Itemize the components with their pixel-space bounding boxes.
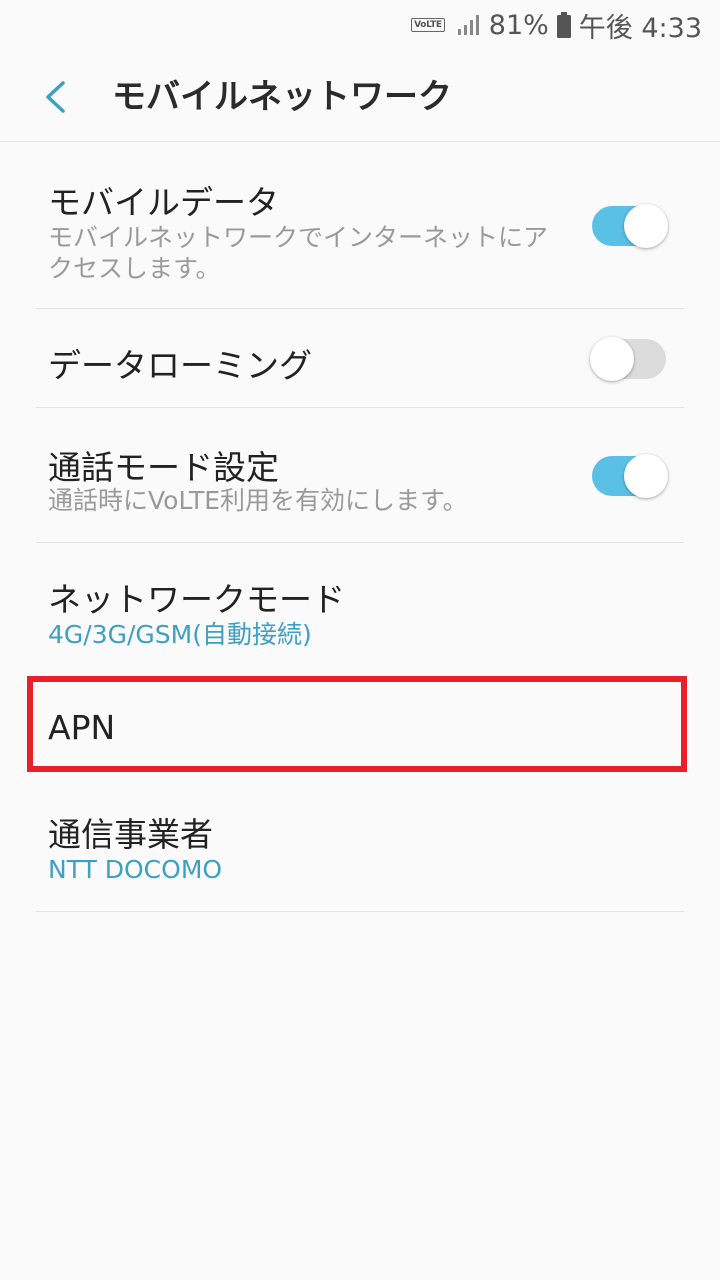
mobile-data-row[interactable]: モバイルデータ モバイルネットワークでインターネットにアクセスします。 (0, 144, 720, 309)
page-title: モバイルネットワーク (112, 77, 452, 117)
row-summary: NTT DOCOMO (48, 855, 223, 884)
data-roaming-row[interactable]: データローミング (0, 309, 720, 408)
row-title: 通信事業者 (48, 815, 213, 854)
mobile-network-screen: VoLTE 81% 午後 4:33 モバイルネットワーク モバイルデータ モバイ… (0, 0, 720, 1280)
status-bar: VoLTE 81% 午後 4:33 (0, 0, 720, 50)
chevron-left-icon (46, 81, 65, 113)
network-mode-row[interactable]: ネットワークモード 4G/3G/GSM(自動接続) (0, 543, 720, 678)
row-title: データローミング (48, 346, 312, 385)
volte-icon: VoLTE (411, 18, 445, 32)
signal-icon (457, 15, 479, 35)
toggle-knob (624, 204, 668, 248)
apn-row[interactable]: APN (0, 678, 720, 778)
back-button[interactable] (30, 72, 80, 122)
status-time: 午後 4:33 (578, 12, 702, 44)
toggle-knob (624, 454, 668, 498)
row-title: 通話モード設定 (48, 448, 279, 487)
app-bar: モバイルネットワーク (0, 52, 720, 142)
row-title: ネットワークモード (48, 580, 345, 619)
battery-percent: 81% (488, 9, 549, 41)
data-roaming-toggle[interactable] (590, 337, 666, 381)
carrier-row[interactable]: 通信事業者 NTT DOCOMO (0, 778, 720, 912)
toggle-knob (590, 337, 634, 381)
call-mode-toggle[interactable] (592, 454, 668, 498)
mobile-data-toggle[interactable] (592, 204, 668, 248)
divider (36, 911, 684, 912)
row-summary: 4G/3G/GSM(自動接続) (48, 620, 312, 649)
battery-icon (556, 12, 571, 38)
call-mode-row[interactable]: 通話モード設定 通話時にVoLTE利用を有効にします。 (0, 408, 720, 543)
row-summary: 通話時にVoLTE利用を有効にします。 (48, 486, 468, 515)
row-summary: モバイルネットワークでインターネットにアクセスします。 (48, 223, 549, 283)
row-title: モバイルデータ (48, 183, 279, 222)
row-title: APN (48, 708, 116, 747)
settings-list: モバイルデータ モバイルネットワークでインターネットにアクセスします。 データロ… (0, 144, 720, 912)
